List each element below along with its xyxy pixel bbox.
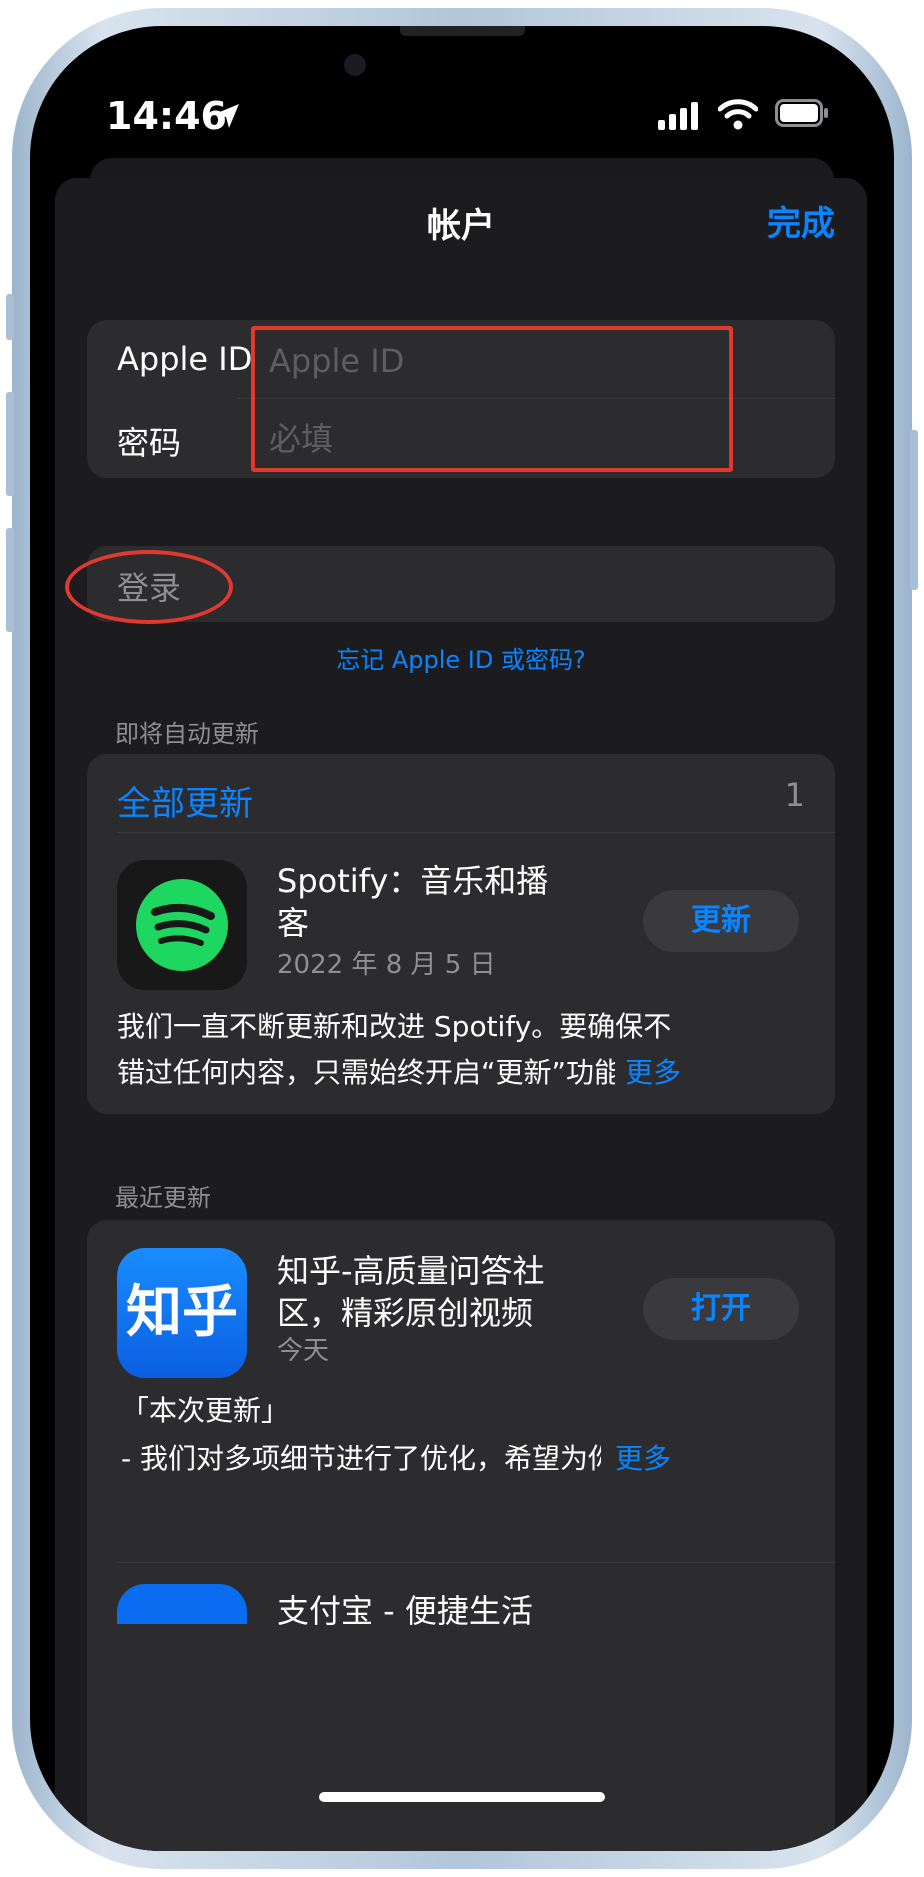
cellular-signal-icon bbox=[658, 102, 698, 130]
done-button[interactable]: 完成 bbox=[767, 196, 835, 245]
release-notes-line: 错过任何内容，只需始终开启“更新”功能 bbox=[117, 1056, 617, 1089]
forgot-apple-id-link[interactable]: 忘记 Apple ID 或密码? bbox=[55, 640, 867, 675]
zhihu-app-icon[interactable]: 知乎 bbox=[117, 1248, 247, 1378]
release-notes-line: - 我们对多项细节进行了优化，希望为你 bbox=[121, 1442, 601, 1475]
power-button bbox=[910, 430, 918, 590]
more-link[interactable]: 更多 bbox=[615, 1046, 682, 1100]
annotation-highlight-oval bbox=[65, 550, 233, 624]
section-header-pending: 即将自动更新 bbox=[115, 720, 259, 748]
volume-down-button bbox=[6, 528, 14, 632]
open-button[interactable]: 打开 bbox=[643, 1278, 799, 1340]
mute-switch bbox=[6, 294, 14, 340]
phone-screen: 14:46 帐户 完成 Apple ID 密码 bbox=[30, 26, 894, 1851]
battery-icon bbox=[775, 99, 828, 127]
spotify-icon[interactable] bbox=[117, 860, 247, 990]
card-divider bbox=[117, 832, 835, 833]
status-bar: 14:46 bbox=[30, 26, 894, 156]
password-label: 密码 bbox=[117, 424, 182, 462]
recent-updates-card: 知乎 知乎-高质量问答社区，精彩原创视频 今天 打开 「本次更新」 - 我们对多… bbox=[87, 1220, 835, 1851]
update-button[interactable]: 更新 bbox=[643, 890, 799, 952]
location-arrow-icon bbox=[215, 104, 239, 128]
app-date: 2022 年 8 月 5 日 bbox=[277, 950, 496, 980]
app-name: Spotify：音乐和播客 bbox=[277, 862, 549, 942]
spotify-logo-icon bbox=[136, 879, 228, 971]
update-count: 1 bbox=[784, 776, 805, 814]
card-divider bbox=[117, 1562, 835, 1563]
release-notes-line: 「本次更新」 bbox=[121, 1394, 290, 1427]
update-all-button[interactable]: 全部更新 bbox=[117, 776, 253, 825]
account-sheet: 帐户 完成 Apple ID 密码 登录 忘记 Apple ID 或密码? 即将… bbox=[55, 178, 867, 1851]
annotation-highlight-rectangle bbox=[251, 326, 733, 472]
alipay-app-icon[interactable] bbox=[117, 1584, 247, 1624]
section-header-recent: 最近更新 bbox=[115, 1184, 211, 1212]
apple-id-label: Apple ID bbox=[117, 340, 253, 378]
app-name: 支付宝 - 便捷生活 bbox=[277, 1592, 533, 1630]
home-indicator[interactable] bbox=[319, 1792, 605, 1802]
more-link[interactable]: 更多 bbox=[605, 1432, 672, 1486]
pending-updates-card: 全部更新 1 Spotify：音乐和播客 2022 年 8 月 5 日 更新 我… bbox=[87, 754, 835, 1114]
app-date: 今天 bbox=[277, 1336, 330, 1366]
page-title: 帐户 bbox=[427, 206, 495, 246]
status-time: 14:46 bbox=[106, 94, 227, 138]
volume-up-button bbox=[6, 392, 14, 496]
app-name: 知乎-高质量问答社区，精彩原创视频 bbox=[277, 1252, 545, 1332]
wifi-icon bbox=[718, 99, 758, 130]
